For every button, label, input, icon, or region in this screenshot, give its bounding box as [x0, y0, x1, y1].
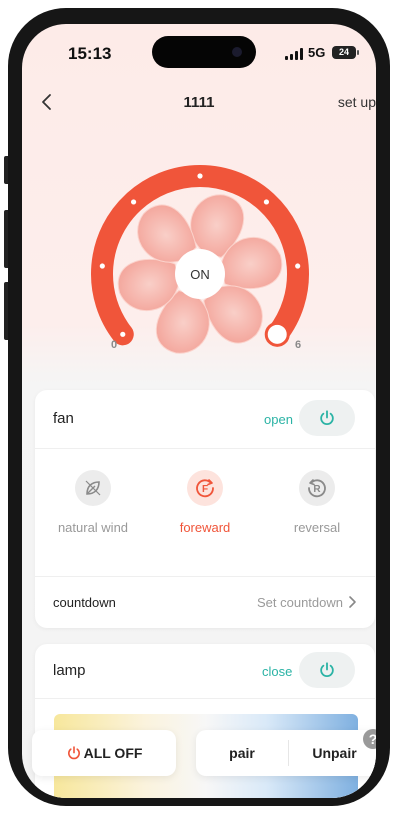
fan-divider [35, 448, 375, 449]
svg-text:F: F [202, 484, 208, 495]
battery-icon: 24 [332, 46, 356, 59]
pair-controls: pair Unpair [196, 730, 376, 776]
dial-tick-dot [263, 199, 270, 205]
lamp-power-button[interactable] [299, 652, 355, 688]
all-off-button[interactable]: ALL OFF [32, 730, 176, 776]
help-icon[interactable]: ? [363, 729, 376, 749]
page-title: 1111 [183, 94, 215, 111]
mode-foreward[interactable]: F foreward [165, 470, 245, 537]
dial-tick-dot [130, 199, 137, 205]
status-bar: 15:13 5G 24 [22, 24, 376, 80]
status-time: 15:13 [68, 44, 112, 63]
power-icon [67, 746, 80, 760]
phone-frame: 15:13 5G 24 1111 set up ON 0 6 fan open … [0, 0, 398, 814]
fan-state-label: open [264, 412, 293, 427]
mode-reversal[interactable]: R reversal [277, 470, 357, 537]
dial-tick-dot [197, 173, 203, 179]
front-camera-icon [232, 47, 242, 57]
dial-tick-dot [120, 331, 126, 337]
set-countdown-button[interactable]: Set countdown [235, 590, 359, 614]
dial-max-label: 6 [295, 339, 301, 351]
power-icon [320, 410, 334, 425]
forward-f-icon: F [196, 479, 214, 498]
setup-button[interactable]: set up [338, 94, 376, 110]
battery-tip [357, 50, 359, 55]
lamp-label: lamp [53, 662, 86, 679]
svg-text:R: R [313, 484, 321, 495]
lamp-state-label: close [262, 664, 293, 679]
mode-natural-wind[interactable]: natural wind [53, 470, 133, 537]
power-icon [320, 662, 334, 677]
network-type: 5G [308, 45, 326, 60]
mode-reversal-label: reversal [293, 520, 341, 535]
dial-tick-dot [295, 263, 301, 269]
dial-min-label: 0 [111, 339, 117, 351]
dial-center-label: ON [190, 267, 210, 282]
fan-card: fan open natural wind F foreward R rever… [35, 390, 375, 628]
pair-button[interactable]: pair [196, 730, 288, 776]
dial-tick-dot [99, 263, 105, 269]
chevron-right-icon [349, 596, 356, 608]
nav-bar: 1111 set up [22, 86, 376, 118]
countdown-label: countdown [53, 595, 116, 610]
signal-icon [285, 48, 303, 60]
dial-knob[interactable] [264, 321, 290, 347]
leaf-icon [85, 480, 101, 496]
app-screen: 15:13 5G 24 1111 set up ON 0 6 fan open … [22, 24, 376, 798]
fan-speed-dial[interactable]: ON 0 6 [80, 154, 320, 374]
mode-reversal-circle: R [299, 470, 335, 506]
reverse-r-icon: R [308, 479, 326, 498]
mode-foreward-circle: F [187, 470, 223, 506]
countdown-divider [35, 576, 375, 577]
lamp-divider [35, 698, 375, 699]
battery-level: 24 [338, 47, 349, 57]
mode-foreward-label: foreward [179, 520, 231, 535]
mode-natural-wind-label: natural wind [57, 520, 129, 535]
all-off-label: ALL OFF [83, 745, 143, 761]
fan-power-button[interactable] [299, 400, 355, 436]
mode-natural-wind-circle [75, 470, 111, 506]
set-countdown-label: Set countdown [256, 595, 343, 610]
fan-label: fan [53, 410, 74, 427]
dynamic-island [152, 36, 256, 68]
